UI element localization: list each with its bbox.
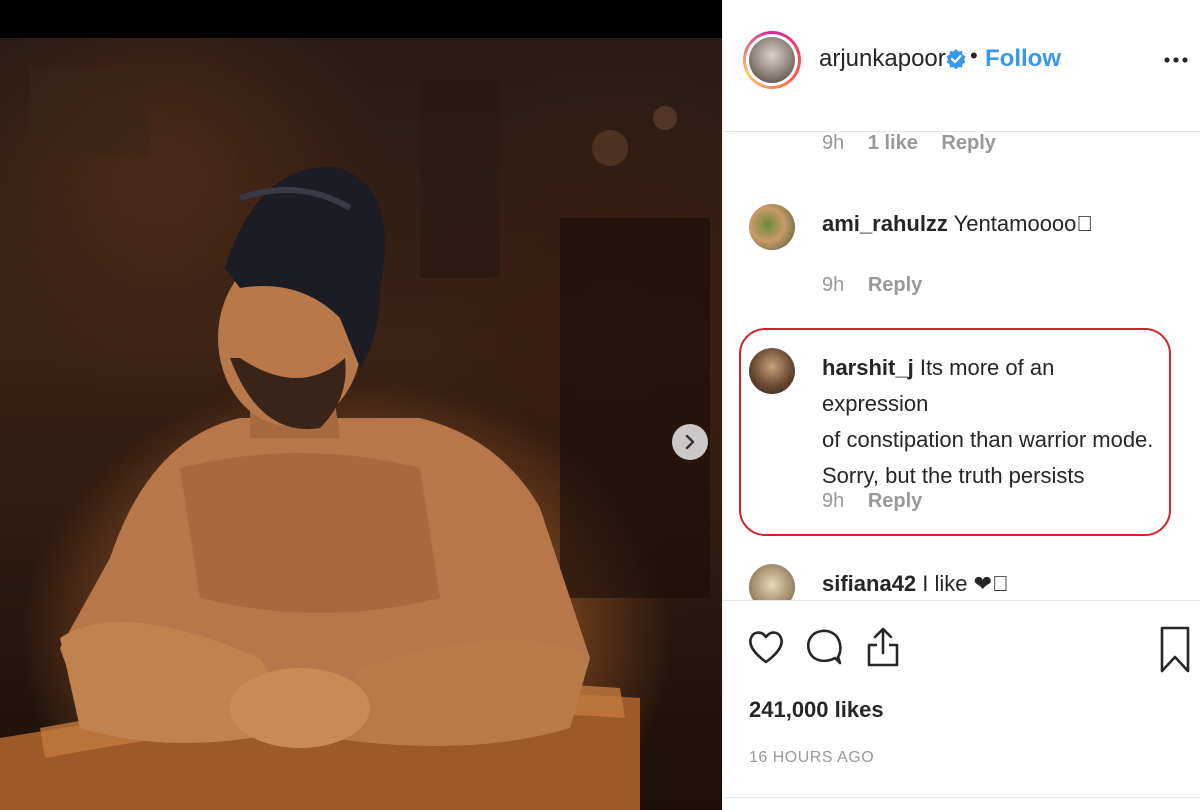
comment-text: Yentamoooo  [953,211,1093,236]
reply-button[interactable]: Reply [868,490,922,512]
author-username[interactable]: arjunkapoor [819,45,946,73]
comment-time: 9h [822,274,845,296]
reply-button[interactable]: Reply [868,274,922,296]
bookmark-icon[interactable] [1159,625,1191,675]
chevron-right-icon [685,434,695,450]
comments-list: 9h 1 like Reply ami_rahulzz Yentamoooo  … [723,132,1200,600]
comment-text-line-3: Sorry, but the truth persists [822,463,1085,488]
commenter-avatar[interactable] [749,564,795,600]
post-media [0,0,722,810]
likes-count[interactable]: 241,000 likes [749,697,884,723]
comment-bubble-icon[interactable] [805,627,843,667]
commenter-avatar[interactable] [749,348,795,394]
photo-illustration [0,68,710,810]
more-options-icon[interactable] [1163,56,1189,64]
author-avatar[interactable] [743,17,801,101]
post-header: arjunkapoor • Follow [723,0,1200,132]
next-photo-button[interactable] [672,424,708,460]
comment-meta: 9h Reply [822,490,940,513]
comment-body: harshit_j Its more of an expression of c… [822,350,1162,494]
commenter-username[interactable]: harshit_j [822,355,914,380]
comment-meta: 9h 1 like Reply [822,132,1014,155]
post-sidebar: arjunkapoor • Follow 9h 1 like Reply ami… [722,0,1200,810]
comment-meta: 9h Reply [822,274,940,297]
commenter-avatar[interactable] [749,204,795,250]
comment-likes-count[interactable]: 1 like [868,132,918,154]
divider [723,797,1200,798]
post-photo [0,38,722,810]
heart-icon[interactable] [747,629,785,665]
comment-text: I like ❤  [922,571,1009,596]
follow-button[interactable]: Follow [985,45,1061,73]
avatar-image [749,37,795,83]
comment-body: ami_rahulzz Yentamoooo  [822,206,1093,242]
comment-time: 9h [822,490,845,512]
commenter-username[interactable]: sifiana42 [822,571,916,596]
verified-badge-icon [946,49,966,70]
comment-time: 9h [822,132,845,154]
post-actions: 241,000 likes 16 HOURS AGO [723,600,1200,810]
comment-text-line-2: of constipation than warrior mode. [822,427,1154,452]
comment-body: sifiana42 I like ❤  [822,566,1009,600]
post-timestamp[interactable]: 16 HOURS AGO [749,749,874,767]
separator-dot: • [970,43,978,68]
reply-button[interactable]: Reply [941,132,995,154]
commenter-username[interactable]: ami_rahulzz [822,211,948,236]
share-icon[interactable] [865,625,901,669]
